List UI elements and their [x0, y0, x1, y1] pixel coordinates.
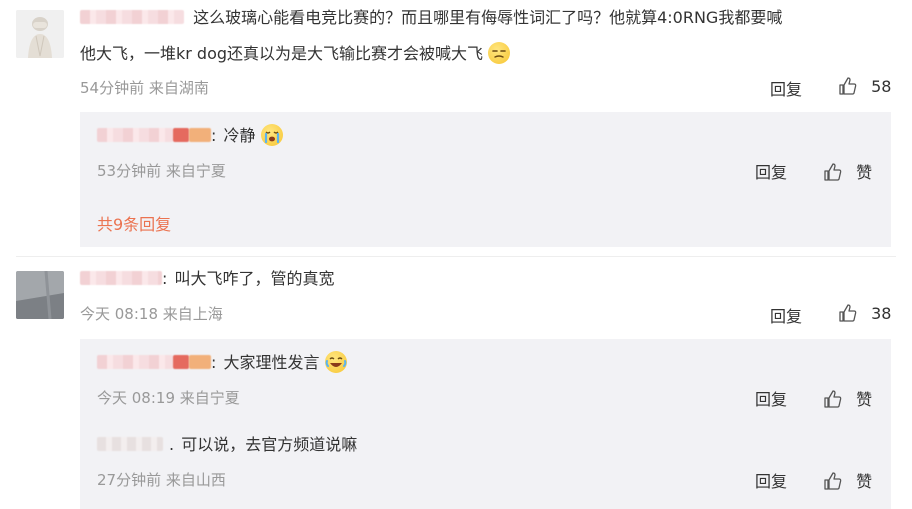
comment-body: 这么玻璃心能看电竞比赛的？而且哪里有侮辱性词汇了吗？他就算4:0RNG我都要喊	[80, 2, 895, 34]
reply-button[interactable]: 回复	[770, 76, 802, 100]
like-label: 赞	[856, 163, 873, 182]
like-button[interactable]: 38	[838, 303, 891, 323]
username-blurred[interactable]	[80, 271, 162, 285]
like-label: 赞	[856, 390, 873, 409]
like-button[interactable]: 58	[838, 76, 891, 96]
reply-meta: 今天 08:19 来自宁夏	[97, 389, 240, 407]
thumbs-up-icon	[823, 389, 843, 409]
username-blurred[interactable]	[80, 10, 184, 24]
like-count: 58	[871, 77, 892, 96]
reply-meta: 27分钟前 来自山西	[97, 471, 226, 489]
smirk-emoji	[488, 42, 511, 64]
username-blurred[interactable]	[97, 437, 163, 451]
reply-item: . 可以说，去官方频道说嘛	[97, 429, 357, 461]
reply-text: 大家理性发言	[223, 353, 320, 372]
reply-item: : 冷静	[97, 120, 283, 152]
comment-meta: 54分钟前 来自湖南	[80, 79, 209, 97]
like-button[interactable]: 赞	[823, 468, 872, 492]
divider	[16, 256, 896, 257]
comment-text: 叫大飞咋了，管的真宽	[174, 269, 335, 288]
reply-button[interactable]: 回复	[755, 159, 787, 183]
more-replies-link[interactable]: 共9条回复	[97, 211, 171, 235]
reply-button[interactable]: 回复	[755, 386, 787, 410]
reply-button[interactable]: 回复	[770, 303, 802, 327]
thumbs-up-icon	[838, 303, 858, 323]
badge-blurred	[189, 355, 211, 369]
badge-blurred	[173, 355, 189, 369]
like-button[interactable]: 赞	[823, 386, 872, 410]
comment-text-line1: 这么玻璃心能看电竞比赛的？而且哪里有侮辱性词汇了吗？他就算4:0RNG我都要喊	[193, 8, 783, 27]
thumbs-up-icon	[823, 471, 843, 491]
avatar-image	[16, 10, 64, 58]
like-label: 赞	[856, 472, 873, 491]
reply-text: 可以说，去官方频道说嘛	[181, 435, 358, 454]
reply-button[interactable]: 回复	[755, 468, 787, 492]
reply-item: : 大家理性发言	[97, 347, 347, 379]
badge-blurred	[173, 128, 189, 142]
thumbs-up-icon	[823, 162, 843, 182]
badge-blurred	[189, 128, 211, 142]
reply-meta: 53分钟前 来自宁夏	[97, 162, 226, 180]
reply-text: 冷静	[223, 126, 256, 145]
laughing-tears-emoji	[324, 351, 347, 373]
avatar-image	[16, 271, 64, 319]
crying-emoji	[260, 124, 283, 146]
comment-text-line2: 他大飞，一堆kr dog还真以为是大飞输比赛才会被喊大飞	[80, 44, 484, 63]
comment-body: : 叫大飞咋了，管的真宽	[80, 263, 335, 295]
user-avatar[interactable]	[16, 271, 64, 319]
username-blurred[interactable]	[97, 128, 173, 142]
comment-meta: 今天 08:18 来自上海	[80, 305, 223, 323]
user-avatar[interactable]	[16, 10, 64, 58]
thumbs-up-icon	[838, 76, 858, 96]
comment-body-line2: 他大飞，一堆kr dog还真以为是大飞输比赛才会被喊大飞	[80, 38, 511, 70]
username-blurred[interactable]	[97, 355, 173, 369]
like-count: 38	[871, 304, 892, 323]
like-button[interactable]: 赞	[823, 159, 872, 183]
